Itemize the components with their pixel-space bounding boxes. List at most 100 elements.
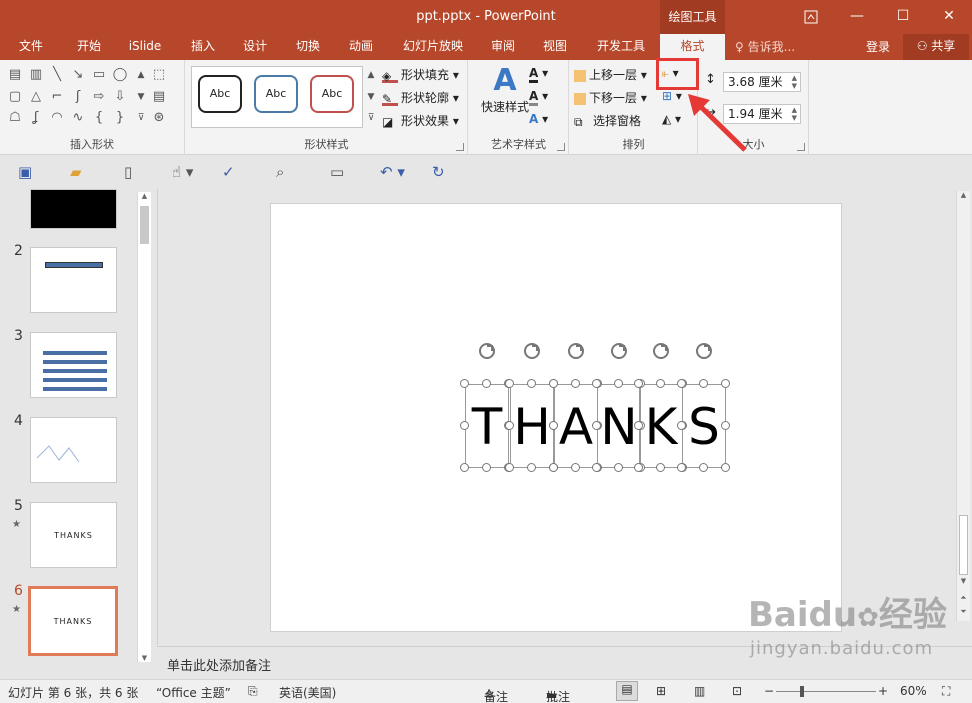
thumbnail-slide-5[interactable]: THANKS — [30, 502, 117, 568]
resize-handle[interactable] — [592, 379, 601, 388]
tab-home[interactable]: 开始 — [66, 34, 112, 60]
rotate-handle-icon[interactable] — [567, 342, 585, 360]
editor-scrollbar[interactable]: ▲ ▼ ⏶ ⏷ — [956, 191, 970, 621]
thumbnail-slide-3[interactable] — [30, 332, 117, 398]
scroll-down-arrow-icon[interactable]: ▼ — [957, 577, 970, 585]
group-objects-button[interactable]: ⊞ ▾ — [662, 89, 682, 103]
print-preview-icon[interactable]: ⌕ — [276, 163, 284, 181]
zoom-slider-thumb[interactable] — [800, 686, 804, 697]
scroll-up-arrow-icon[interactable]: ▲ — [957, 191, 970, 199]
resize-handle[interactable] — [721, 379, 730, 388]
tab-transitions[interactable]: 切换 — [285, 34, 331, 60]
style-expand-icon[interactable]: ⊽ — [362, 109, 380, 127]
arc-icon[interactable]: ◠ — [48, 109, 66, 127]
maximize-button[interactable]: ☐ — [880, 0, 926, 34]
touch-mode-icon[interactable]: ☝ ▾ — [172, 163, 193, 181]
expand-gallery-icon[interactable]: ⊽ — [132, 109, 150, 127]
ribbon-display-options-button[interactable] — [788, 0, 834, 34]
zoom-out-icon[interactable]: − — [764, 684, 774, 698]
style-red-outline[interactable]: Abc — [310, 75, 354, 113]
down-arrow-icon[interactable]: ⇩ — [111, 88, 129, 106]
vertical-textbox-icon[interactable]: ▥ — [27, 66, 45, 84]
resize-handle[interactable] — [460, 463, 469, 472]
shape-outline-button[interactable]: ✎ 形状轮廓 ▾ — [382, 89, 459, 106]
rotate-handle-icon[interactable] — [478, 342, 496, 360]
tab-animations[interactable]: 动画 — [338, 34, 384, 60]
shape-fill-button[interactable]: ◈ 形状填充 ▾ — [382, 66, 459, 83]
resize-handle[interactable] — [614, 379, 623, 388]
login-link[interactable]: 登录 — [866, 38, 890, 55]
tab-slideshow[interactable]: 幻灯片放映 — [398, 34, 468, 60]
arrow-line-icon[interactable]: ↘ — [69, 66, 87, 84]
letter-h[interactable]: H — [510, 395, 554, 459]
spelling-icon[interactable]: ✓ — [222, 163, 235, 181]
tab-format[interactable]: 格式 — [660, 34, 725, 60]
shape-styles-launcher-icon[interactable] — [456, 143, 464, 151]
redo-icon[interactable]: ↻ — [432, 163, 445, 181]
scroll-down-icon[interactable]: ▼ — [132, 88, 150, 106]
rotate-button[interactable]: ◭ ▾ — [662, 112, 681, 126]
style-black-outline[interactable]: Abc — [198, 75, 242, 113]
zoom-in-icon[interactable]: + — [878, 684, 888, 698]
resize-handle[interactable] — [699, 463, 708, 472]
resize-handle[interactable] — [634, 421, 643, 430]
close-button[interactable]: ✕ — [926, 0, 972, 34]
resize-handle[interactable] — [677, 379, 686, 388]
freeform-icon[interactable]: ☖ — [6, 109, 24, 127]
rotate-handle-icon[interactable] — [610, 342, 628, 360]
size-launcher-icon[interactable] — [797, 143, 805, 151]
slideshow-view-icon[interactable]: ⊡ — [732, 684, 742, 698]
tab-review[interactable]: 审阅 — [480, 34, 526, 60]
selection-pane-button[interactable]: ⧉ 选择窗格 — [574, 112, 641, 129]
minimize-button[interactable]: — — [834, 0, 880, 34]
resize-handle[interactable] — [656, 463, 665, 472]
rotate-handle-icon[interactable] — [523, 342, 541, 360]
style-scroll-down-icon[interactable]: ▼ — [362, 88, 380, 106]
shape-effects-button[interactable]: ◪ 形状效果 ▾ — [382, 112, 459, 129]
resize-handle[interactable] — [592, 463, 601, 472]
resize-handle[interactable] — [505, 463, 514, 472]
resize-handle[interactable] — [482, 463, 491, 472]
zoom-slider[interactable] — [776, 686, 876, 697]
rotate-handle-icon[interactable] — [695, 342, 713, 360]
resize-handle[interactable] — [721, 463, 730, 472]
normal-view-icon[interactable]: ▤ — [616, 681, 638, 701]
scroll-thumb[interactable] — [959, 515, 968, 575]
wave-icon[interactable]: ∿ — [69, 109, 87, 127]
tab-islide[interactable]: iSlide — [122, 34, 168, 60]
style-scroll-up-icon[interactable]: ▲ — [362, 66, 380, 84]
resize-handle[interactable] — [482, 379, 491, 388]
open-folder-icon[interactable]: ▰ — [70, 163, 82, 181]
line-icon[interactable]: ╲ — [48, 66, 66, 84]
undo-icon[interactable]: ↶ ▾ — [380, 163, 405, 181]
bring-forward-button[interactable]: 上移一层 ▾ — [574, 66, 647, 83]
oval-icon[interactable]: ◯ — [111, 66, 129, 84]
text-fill-button[interactable]: A ▾ — [529, 66, 548, 83]
resize-handle[interactable] — [721, 421, 730, 430]
resize-handle[interactable] — [571, 463, 580, 472]
letter-s[interactable]: S — [682, 395, 726, 459]
resize-handle[interactable] — [460, 379, 469, 388]
scroll-down-arrow-icon[interactable]: ▼ — [138, 654, 151, 662]
scroll-up-icon[interactable]: ▲ — [132, 66, 150, 84]
scroll-up-arrow-icon[interactable]: ▲ — [138, 192, 151, 200]
slide-sorter-icon[interactable]: ⊞ — [656, 684, 666, 698]
resize-handle[interactable] — [614, 463, 623, 472]
height-field[interactable]: 3.68 厘米 ▲ ▼ — [723, 72, 801, 92]
scroll-thumb[interactable] — [140, 206, 149, 244]
share-button[interactable]: ⚇ 共享 — [903, 34, 969, 60]
elbow-connector-icon[interactable]: ⌐ — [48, 88, 66, 106]
thumbnail-slide-2[interactable] — [30, 247, 117, 313]
resize-handle[interactable] — [505, 379, 514, 388]
tab-file[interactable]: 文件 — [8, 34, 54, 60]
tell-me-search[interactable]: ♀ 告诉我... — [735, 38, 795, 55]
right-brace-icon[interactable]: } — [111, 109, 129, 127]
resize-handle[interactable] — [460, 421, 469, 430]
rounded-rect-icon[interactable]: ▢ — [6, 88, 24, 106]
tab-design[interactable]: 设计 — [232, 34, 278, 60]
new-file-icon[interactable]: ▯ — [124, 163, 132, 181]
thumbnail-slide-1[interactable] — [30, 189, 117, 229]
zoom-level[interactable]: 60% — [900, 684, 927, 698]
textbox-icon[interactable]: ▤ — [6, 66, 24, 84]
width-spinner-icon[interactable]: ▲ ▼ — [792, 106, 797, 122]
